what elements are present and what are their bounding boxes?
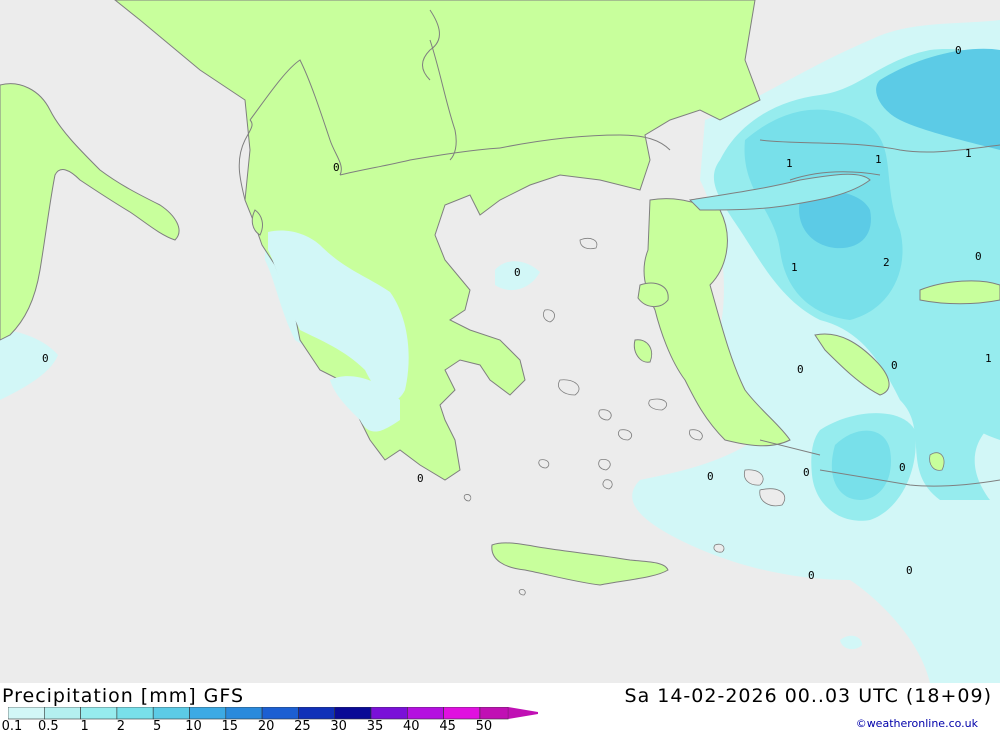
legend-swatch [479, 707, 509, 720]
legend-arrow [508, 707, 538, 719]
precipitation-map: 0 0 0 0 0 1 1 1 1 2 0 0 0 1 0 0 0 0 0 [0, 0, 1000, 683]
legend-swatch [443, 707, 481, 720]
forecast-datetime: Sa 14-02-2026 00..03 UTC (18+09) [624, 685, 992, 707]
value-label: 1 [875, 153, 882, 166]
legend-swatch [189, 707, 227, 720]
legend-tick-label: 1 [80, 719, 89, 734]
legend-tick-label: 0.5 [37, 719, 59, 734]
value-label: 0 [975, 250, 982, 263]
legend-swatch [152, 707, 190, 720]
value-label: 0 [955, 44, 962, 57]
value-label: 0 [803, 466, 810, 479]
legend-swatch [43, 707, 81, 720]
value-label: 0 [808, 569, 815, 582]
legend-swatch [116, 707, 154, 720]
legend-swatch [80, 707, 118, 720]
value-label: 0 [899, 461, 906, 474]
value-label: 0 [891, 359, 898, 372]
value-label: 0 [906, 564, 913, 577]
legend-tick-label: 2 [116, 719, 126, 734]
legend-tick-label: 15 [221, 719, 239, 734]
legend-swatch [406, 707, 444, 720]
legend-swatch [370, 707, 408, 720]
credit-link[interactable]: ©weatheronline.co.uk [856, 717, 978, 730]
legend-tick-label: 30 [330, 719, 347, 734]
legend-tick-label: 10 [185, 719, 202, 734]
value-label: 0 [514, 266, 521, 279]
value-label: 1 [985, 352, 992, 365]
legend-tick-label: 5 [153, 719, 162, 734]
legend-swatch [261, 707, 299, 720]
value-label: 0 [333, 161, 340, 174]
legend-tick-label: 20 [257, 719, 275, 734]
legend-swatch [334, 707, 372, 720]
value-label: 1 [786, 157, 793, 170]
legend-swatch [298, 707, 335, 720]
lesbos-land [637, 282, 669, 307]
value-label: 0 [707, 470, 714, 483]
legend-swatch [8, 707, 45, 720]
value-label: 0 [417, 472, 424, 485]
legend-tick-label: 40 [403, 719, 420, 734]
value-label: 1 [965, 147, 972, 160]
legend-tick-label: 0.1 [1, 719, 23, 734]
legend-tick-label: 45 [439, 719, 456, 734]
legend-tick-label: 35 [366, 719, 384, 734]
map-footer: Precipitation [mm] GFS Sa 14-02-2026 00.… [0, 683, 1000, 734]
legend-tick-label: 50 [475, 719, 493, 734]
value-label: 2 [883, 256, 890, 269]
value-label: 1 [791, 261, 798, 274]
value-label: 0 [42, 352, 49, 365]
legend-swatch [225, 707, 263, 720]
map-title: Precipitation [mm] GFS [2, 685, 245, 707]
value-label: 0 [797, 363, 804, 376]
legend-tick-label: 25 [294, 719, 311, 734]
